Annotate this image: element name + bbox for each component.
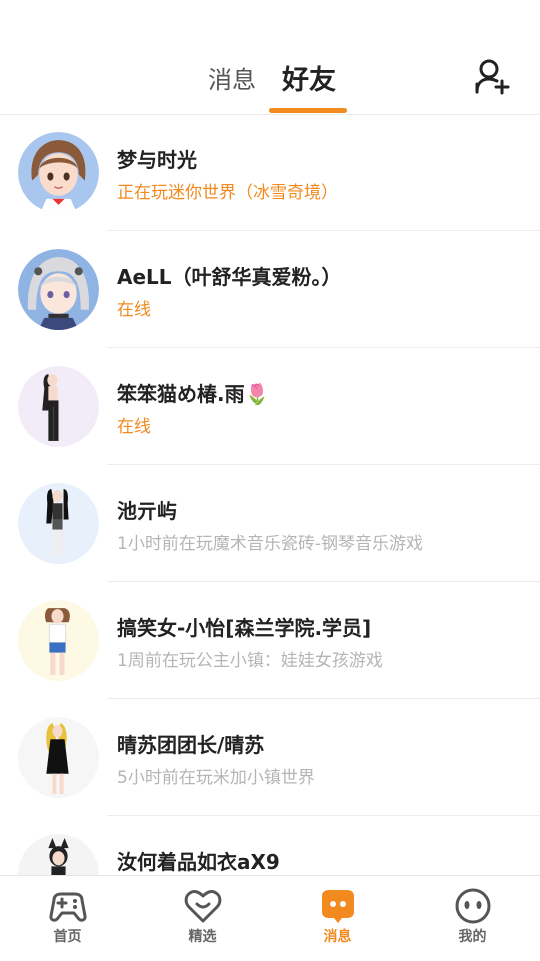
top-header: 消息 好友 <box>0 0 540 115</box>
add-user-icon[interactable] <box>472 56 512 96</box>
nav-label: 消息 <box>323 929 352 945</box>
nav-label: 首页 <box>53 929 82 945</box>
avatar <box>18 132 99 213</box>
bottom-nav: 首页 精选 消息 我的 <box>0 875 540 961</box>
avatar <box>18 834 99 875</box>
friend-name: 搞笑女-小怡[森兰学院.学员] <box>117 616 372 640</box>
friend-name: 池亓屿 <box>117 499 177 523</box>
friend-status: 正在玩迷你世界（冰雪奇境） <box>117 183 338 203</box>
friend-row[interactable]: 池亓屿 1小时前在玩魔术音乐瓷砖-钢琴音乐游戏 <box>0 465 540 582</box>
friend-status: 在线 <box>117 417 151 437</box>
nav-messages[interactable]: 消息 <box>270 876 405 961</box>
nav-featured[interactable]: 精选 <box>135 876 270 961</box>
active-tab-indicator <box>269 108 347 113</box>
nav-label: 精选 <box>188 929 217 945</box>
tab-friends[interactable]: 好友 <box>282 58 336 97</box>
avatar <box>18 249 99 330</box>
friend-row[interactable]: 笨笨猫め椿.雨🌷 在线 <box>0 348 540 465</box>
friend-status: 1周前在玩公主小镇：娃娃女孩游戏 <box>117 651 383 671</box>
friend-row[interactable]: 搞笑女-小怡[森兰学院.学员] 1周前在玩公主小镇：娃娃女孩游戏 <box>0 582 540 699</box>
friend-status: 1小时前在玩魔术音乐瓷砖-钢琴音乐游戏 <box>117 534 423 554</box>
friend-name: 梦与时光 <box>117 148 197 172</box>
face-icon <box>455 888 491 924</box>
friend-name: AeLL（叶舒华真爱粉。） <box>117 265 342 289</box>
friend-name: 笨笨猫め椿.雨🌷 <box>117 382 270 406</box>
friend-row[interactable]: 晴苏团团长/晴苏 5小时前在玩米加小镇世界 <box>0 699 540 816</box>
friend-row[interactable]: 汝何着品如衣aX9 <box>0 816 540 875</box>
nav-label: 我的 <box>458 929 487 945</box>
nav-home[interactable]: 首页 <box>0 876 135 961</box>
avatar <box>18 366 99 447</box>
tab-messages[interactable]: 消息 <box>208 60 256 95</box>
avatar <box>18 483 99 564</box>
message-icon <box>322 890 354 923</box>
nav-profile[interactable]: 我的 <box>405 876 540 961</box>
heart-icon <box>184 890 222 923</box>
friend-status: 5小时前在玩米加小镇世界 <box>117 768 315 788</box>
friend-row[interactable]: 梦与时光 正在玩迷你世界（冰雪奇境） <box>0 114 540 231</box>
friend-name: 晴苏团团长/晴苏 <box>117 733 265 757</box>
friend-list[interactable]: 梦与时光 正在玩迷你世界（冰雪奇境） AeLL（叶舒华真爱粉。） 在线 笨笨猫め… <box>0 114 540 875</box>
avatar <box>18 717 99 798</box>
friend-row[interactable]: AeLL（叶舒华真爱粉。） 在线 <box>0 231 540 348</box>
gamepad-icon <box>49 892 87 922</box>
avatar <box>18 600 99 681</box>
friend-name: 汝何着品如衣aX9 <box>117 850 280 874</box>
friend-status: 在线 <box>117 300 151 320</box>
